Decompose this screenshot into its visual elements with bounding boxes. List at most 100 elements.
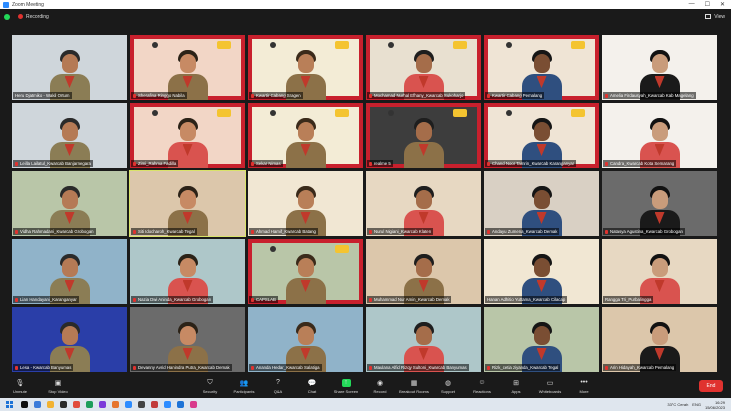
participant-tile[interactable]: Sekar Nimas: [248, 103, 363, 168]
participant-name-label: Nazia Dwi Aninda_Kwarcab Grobogan: [131, 296, 214, 303]
participants-button[interactable]: 👥 Participants: [228, 374, 260, 398]
record-button[interactable]: ◉ Record: [364, 374, 396, 398]
participant-tile[interactable]: Amelia Firdausyah_Kwarcab Kab Magelang: [602, 35, 717, 100]
more-button[interactable]: ••• More: [568, 374, 600, 398]
event-logo-icon: [335, 245, 349, 253]
participant-tile[interactable]: Lian Handayani_Karanganyar: [12, 239, 127, 304]
taskbar-app-icon[interactable]: [125, 401, 132, 408]
participant-tile[interactable]: Heru Djatmiko - Wakil Ortum: [12, 35, 127, 100]
mic-muted-icon: [251, 229, 254, 234]
taskbar-app-icon[interactable]: [34, 401, 41, 408]
participant-tile[interactable]: realme 5: [366, 103, 481, 168]
participant-name-label: Rizk_cetia ziyanda_Kwarcab Tegal: [485, 364, 561, 371]
taskbar-app-icon[interactable]: [86, 401, 93, 408]
maximize-button[interactable]: ☐: [705, 1, 710, 8]
participant-tile[interactable]: CAPSLAB: [248, 239, 363, 304]
participant-tile[interactable]: Kwartir Cabang Sragen: [248, 35, 363, 100]
taskbar-app-icon[interactable]: [60, 401, 67, 408]
participant-tile[interactable]: Muhammad Nur Amin_Kwarcab Demak: [366, 239, 481, 304]
event-logo-icon: [217, 41, 231, 49]
security-button[interactable]: ⛉ Security: [194, 374, 226, 398]
qa-button[interactable]: ? Q&A: [262, 374, 294, 398]
mic-muted-icon: [251, 93, 254, 98]
taskbar-app-icon[interactable]: [73, 401, 80, 408]
event-logo-icon: [571, 41, 585, 49]
qa-icon: ?: [276, 379, 280, 386]
badge-icon: [270, 110, 276, 116]
taskbar-app-icon[interactable]: [138, 401, 145, 408]
mic-muted-icon: [487, 161, 490, 166]
participant-tile[interactable]: Arin Hidayah_Kwarcab Pemalang: [602, 307, 717, 372]
minimize-button[interactable]: —: [689, 1, 695, 8]
taskbar-app-icon[interactable]: [21, 401, 28, 408]
event-logo-icon: [335, 41, 349, 49]
badge-icon: [388, 110, 394, 116]
participant-name-label: Rangga Tri_Purbalingga: [603, 296, 654, 303]
support-button[interactable]: ◍ Support: [432, 374, 464, 398]
badge-icon: [152, 110, 158, 116]
taskbar-app-icon[interactable]: [190, 401, 197, 408]
windows-taskbar: 33°C Cerah ENG 16:29 15/06/2023: [0, 398, 731, 411]
support-icon: ◍: [444, 379, 452, 387]
reactions-button[interactable]: ☺ Reactions: [466, 374, 498, 398]
whiteboards-button[interactable]: ▭ Whiteboards: [534, 374, 566, 398]
participant-tile[interactable]: Rizk_cetia ziyanda_Kwarcab Tegal: [484, 307, 599, 372]
video-camera-icon: ▣: [54, 379, 62, 387]
security-shield-icon[interactable]: [4, 13, 10, 20]
zoom-app-icon: [3, 1, 9, 8]
participant-name-label: Candra_Kwarcab Kota Semarang: [603, 160, 677, 167]
chat-button[interactable]: 💬 Chat: [296, 374, 328, 398]
participant-tile[interactable]: Zimi_Rahma Fadilla: [130, 103, 245, 168]
participant-tile[interactable]: Andayu Zumena_Kwarcab Demak: [484, 171, 599, 236]
participant-tile[interactable]: Rangga Tri_Purbalingga: [602, 239, 717, 304]
shield-icon: ⛉: [207, 378, 213, 386]
share-screen-button[interactable]: ↑ Share Screen: [330, 374, 362, 398]
participant-tile[interactable]: Leilla Lailatul_Kwarcab Banjarnegara: [12, 103, 127, 168]
participant-tile[interactable]: Nurul Nigiani_Kwarcab Klaten: [366, 171, 481, 236]
unmute-button[interactable]: 🎙 Unmute: [4, 374, 36, 398]
participant-tile[interactable]: Nazia Dwi Aninda_Kwarcab Grobogan: [130, 239, 245, 304]
mic-muted-icon: [369, 93, 372, 98]
participant-tile[interactable]: Siti Idocharoh_Kwarcab Tegal: [129, 170, 246, 237]
taskbar-app-icon[interactable]: [177, 401, 184, 408]
taskbar-app-icon[interactable]: [112, 401, 119, 408]
mic-muted-icon: [15, 365, 18, 370]
mic-muted-icon: 🎙: [15, 379, 25, 387]
participant-tile[interactable]: Ananda Hedar_Kwarcab Salatiga: [248, 307, 363, 372]
participant-tile[interactable]: Sherafina Ringgo Nabila: [130, 35, 245, 100]
participant-video: [285, 116, 326, 168]
end-meeting-button[interactable]: End: [699, 380, 723, 392]
people-icon: 👥: [239, 379, 249, 387]
participant-name-label: Leilla Lailatul_Kwarcab Banjarnegara: [13, 160, 93, 167]
participant-tile[interactable]: Ahmad Hamif_Kwarcab Batang: [248, 171, 363, 236]
taskbar-app-icon[interactable]: [164, 401, 171, 408]
participant-tile[interactable]: Chand Noor Tamrin_Kwarcab Karanganyar: [484, 103, 599, 168]
participant-tile[interactable]: Kwartir Cabang Pemalang: [484, 35, 599, 100]
close-button[interactable]: ✕: [720, 1, 725, 8]
language-label[interactable]: ENG: [692, 402, 701, 407]
view-label: View: [714, 13, 725, 20]
participant-tile[interactable]: Devanny Avrid Hanindra Putra_Kwarcab Dem…: [130, 307, 245, 372]
participant-name-label: Lesa - Kwarcab Banyumas: [13, 364, 74, 371]
participant-tile[interactable]: Maulana Alfid Rizqy Sultoni_Kwarcab Bany…: [366, 307, 481, 372]
taskbar-app-icon[interactable]: [99, 401, 106, 408]
windows-start-icon[interactable]: [6, 401, 13, 408]
participant-tile[interactable]: Lesa - Kwarcab Banyumas: [12, 307, 127, 372]
participant-tile[interactable]: Natasya Agustina_Kwarcab Grobogan: [602, 171, 717, 236]
taskbar-app-icon[interactable]: [47, 401, 54, 408]
participant-tile[interactable]: Hanan Adhitio Yuttama_Kwarcab Cilacap: [484, 239, 599, 304]
view-button[interactable]: View: [705, 14, 725, 20]
breakout-rooms-button[interactable]: ▦ Breakout Rooms: [398, 374, 430, 398]
taskbar-app-icon[interactable]: [151, 401, 158, 408]
participant-tile[interactable]: Vidha Rahmadani_Kwarcab Grobogan: [12, 171, 127, 236]
participant-name-label: Vidha Rahmadani_Kwarcab Grobogan: [13, 228, 96, 235]
participant-tile[interactable]: Candra_Kwarcab Kota Semarang: [602, 103, 717, 168]
clock[interactable]: 16:29 15/06/2023: [705, 400, 725, 410]
mic-muted-icon: [251, 161, 254, 166]
participant-tile[interactable]: Mochamad Nurhal Efhany_Kwarcab Sukoharjo: [366, 35, 481, 100]
participant-name-label: Kwartir Cabang Pemalang: [485, 92, 545, 99]
window-title: Zoom Meeting: [12, 1, 44, 8]
weather-label[interactable]: 33°C Cerah: [667, 402, 688, 407]
apps-button[interactable]: ⊞ Apps: [500, 374, 532, 398]
stop-video-button[interactable]: ▣ Stop Video: [42, 374, 74, 398]
